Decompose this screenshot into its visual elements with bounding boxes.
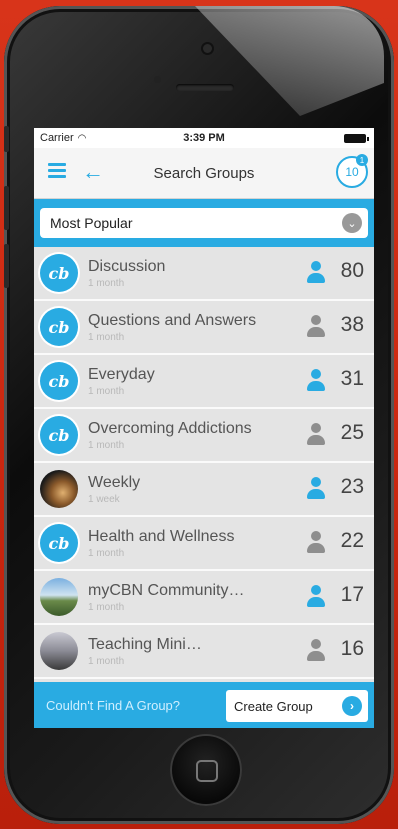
filter-bar: Most Popular ⌄ (34, 199, 374, 247)
member-person-icon (306, 531, 326, 555)
group-text: Health and Wellness 1 month (88, 528, 374, 559)
group-avatar: cb (40, 308, 78, 346)
group-avatar: cb (40, 362, 78, 400)
member-count: 80 (340, 259, 364, 282)
status-bar: Carrier ◠ 3:39 PM (34, 128, 374, 148)
chevron-down-icon: ⌄ (342, 213, 362, 233)
member-person-icon (306, 639, 326, 663)
member-person-icon (306, 369, 326, 393)
group-avatar: cb (40, 254, 78, 292)
battery-icon (344, 134, 369, 143)
proximity-sensor (154, 76, 161, 83)
group-row[interactable]: Weekly 1 week 23 (34, 463, 374, 517)
sort-dropdown[interactable]: Most Popular ⌄ (40, 208, 368, 238)
volume-up-button (4, 186, 9, 230)
mute-switch (4, 126, 9, 152)
notification-count: 10 (345, 165, 359, 179)
member-count: 38 (340, 313, 364, 336)
group-name: Overcoming Addictions (88, 419, 252, 437)
group-activity: 1 month (88, 385, 125, 397)
create-group-button[interactable]: Create Group › (226, 690, 368, 722)
member-count: 31 (340, 367, 364, 390)
member-count: 25 (340, 421, 364, 444)
group-text: Everyday 1 month (88, 366, 374, 397)
member-person-icon (306, 477, 326, 501)
glass-glare (195, 6, 384, 116)
notifications-button[interactable]: 10 1 (336, 154, 368, 188)
member-person-icon (306, 585, 326, 609)
group-activity: 1 month (88, 601, 125, 613)
group-row[interactable]: cb Overcoming Addictions 1 month 25 (34, 409, 374, 463)
group-text: myCBN Community… 1 month (88, 582, 374, 613)
group-text: Overcoming Addictions 1 month (88, 420, 374, 451)
volume-down-button (4, 244, 9, 288)
earpiece-speaker (176, 84, 234, 91)
group-text: Teaching Mini… 1 month (88, 636, 374, 667)
status-time: 3:39 PM (183, 132, 225, 144)
group-name: Discussion (88, 257, 166, 275)
group-row[interactable]: cb Health and Wellness 1 month 22 (34, 517, 374, 571)
member-person-icon (306, 423, 326, 447)
member-person-icon (306, 261, 326, 285)
cbn-logo-icon: cb (48, 425, 70, 445)
group-name: Teaching Mini… (88, 635, 202, 653)
member-count: 16 (340, 637, 364, 660)
group-avatar (40, 578, 78, 616)
nav-bar: ← Search Groups 10 1 (34, 148, 374, 199)
group-name: Weekly (88, 473, 141, 491)
group-name: Everyday (88, 365, 155, 383)
group-activity: 1 week (88, 493, 120, 505)
group-row[interactable]: cb Discussion 1 month 80 (34, 247, 374, 301)
member-count: 17 (340, 583, 364, 606)
group-avatar (40, 632, 78, 670)
group-activity: 1 month (88, 439, 125, 451)
group-row[interactable]: cb Questions and Answers 1 month 38 (34, 301, 374, 355)
footer-bar: Couldn't Find A Group? Create Group › (34, 682, 374, 728)
group-list: cb Discussion 1 month 80 cb Questions and Ans… (34, 247, 374, 679)
footer-prompt: Couldn't Find A Group? (46, 697, 181, 713)
member-count: 23 (340, 475, 364, 498)
chevron-right-icon: › (342, 696, 362, 716)
create-group-label: Create Group (234, 698, 313, 714)
group-row[interactable]: cb Everyday 1 month 31 (34, 355, 374, 409)
page-title: Search Groups (153, 165, 255, 182)
group-name: Questions and Answers (88, 311, 257, 329)
member-count: 22 (340, 529, 364, 552)
front-camera (203, 44, 212, 53)
cbn-logo-icon: cb (48, 263, 70, 283)
group-name: myCBN Community… (88, 581, 245, 599)
group-avatar: cb (40, 524, 78, 562)
group-row[interactable]: Teaching Mini… 1 month 16 (34, 625, 374, 679)
group-avatar: cb (40, 416, 78, 454)
cbn-logo-icon: cb (48, 371, 70, 391)
notification-badge: 1 (356, 154, 368, 166)
group-row[interactable]: myCBN Community… 1 month 17 (34, 571, 374, 625)
group-text: Weekly 1 week (88, 474, 374, 505)
group-activity: 1 month (88, 547, 125, 559)
cbn-logo-icon: cb (48, 317, 70, 337)
group-text: Questions and Answers 1 month (88, 312, 374, 343)
group-avatar (40, 470, 78, 508)
cbn-logo-icon: cb (48, 533, 70, 553)
group-activity: 1 month (88, 277, 125, 289)
group-name: Health and Wellness (88, 527, 235, 545)
group-text: Discussion 1 month (88, 258, 374, 289)
sort-selected-label: Most Popular (50, 215, 133, 231)
app-screen: Carrier ◠ 3:39 PM ← Search Groups 10 1 M… (34, 128, 374, 728)
phone-frame: Carrier ◠ 3:39 PM ← Search Groups 10 1 M… (4, 6, 394, 824)
group-activity: 1 month (88, 655, 125, 667)
home-square-icon (196, 760, 218, 782)
home-button[interactable] (170, 734, 242, 806)
member-person-icon (306, 315, 326, 339)
group-activity: 1 month (88, 331, 125, 343)
